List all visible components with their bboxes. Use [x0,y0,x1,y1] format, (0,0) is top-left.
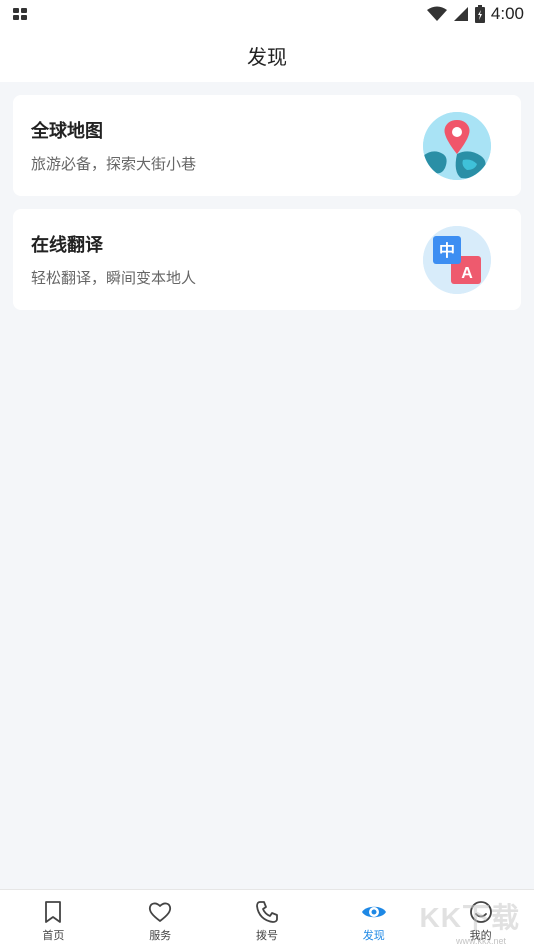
page-title: 发现 [247,44,287,69]
page-header: 发现 [0,28,534,82]
translate-icon-glyph-a: A [461,265,473,282]
app-notification-icon [13,8,27,20]
translate-icon-glyph-zh: 中 [439,241,455,260]
battery-icon [474,5,485,23]
phone-icon [256,901,278,923]
card-text: 全球地图 旅游必备，探索大街小巷 [31,117,423,174]
card-title: 全球地图 [31,121,103,142]
card-online-translate[interactable]: 在线翻译 轻松翻译，瞬间变本地人 中 A [13,209,521,310]
heart-icon [149,902,172,922]
bottom-tab-bar: 首页 服务 拨号 发现 我的 [0,889,534,950]
tab-label: 首页 [42,929,65,942]
card-subtitle: 轻松翻译，瞬间变本地人 [31,269,197,287]
tab-label: 我的 [469,929,492,942]
tab-mine[interactable]: 我的 [427,890,534,950]
tab-discover[interactable]: 发现 [320,890,427,950]
tab-home[interactable]: 首页 [0,890,107,950]
status-bar: 4:00 [0,0,534,28]
bookmark-icon [45,901,62,923]
tab-label: 发现 [362,929,385,942]
globe-pin-icon [423,111,491,180]
smiley-icon [469,901,492,923]
status-indicators: 4:00 [426,4,524,24]
tab-dial[interactable]: 拨号 [214,890,321,950]
tab-service[interactable]: 服务 [107,890,214,950]
tab-label: 服务 [149,929,172,942]
signal-icon [453,7,468,21]
card-text: 在线翻译 轻松翻译，瞬间变本地人 [31,231,423,288]
eye-icon [361,906,386,918]
tab-label: 拨号 [255,929,278,942]
status-time: 4:00 [490,4,524,23]
discover-list: 全球地图 旅游必备，探索大街小巷 在线翻译 轻松翻译，瞬间变本地人 中 A [13,95,521,323]
card-subtitle: 旅游必备，探索大街小巷 [31,155,197,173]
card-global-map[interactable]: 全球地图 旅游必备，探索大街小巷 [13,95,521,196]
wifi-icon [426,6,447,21]
translate-icon: 中 A [423,225,491,294]
card-title: 在线翻译 [31,235,103,256]
